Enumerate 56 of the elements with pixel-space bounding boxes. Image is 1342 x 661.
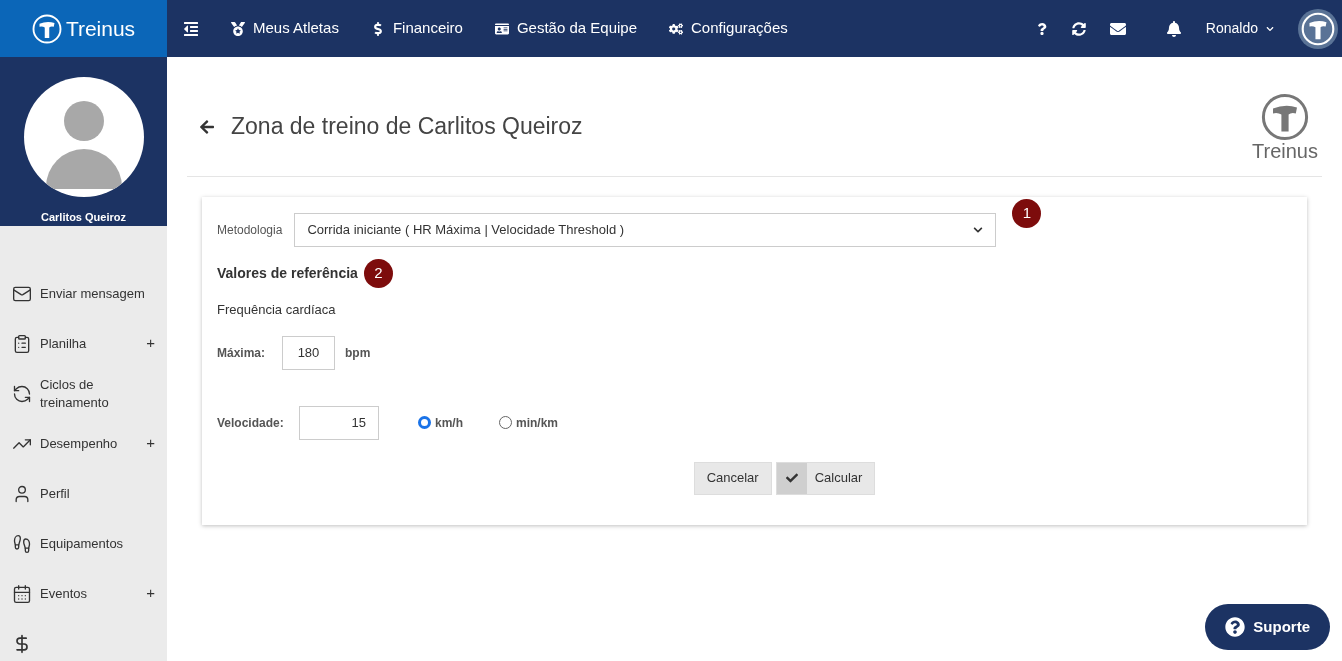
methodology-select[interactable]: Corrida iniciante ( HR Máxima | Velocidade Threshold ) (294, 213, 997, 247)
gears-icon (669, 21, 684, 36)
profile-name: Carlitos Queiroz (41, 210, 126, 225)
caret-icon (1266, 24, 1274, 33)
speed-field[interactable]: 15 (299, 405, 379, 440)
calculate-button[interactable]: Calcular (775, 461, 876, 495)
id-card-icon (494, 21, 509, 36)
brand-name: Treinus (1252, 140, 1318, 161)
expand-toggle[interactable]: + (146, 432, 155, 455)
collapse-menu-icon[interactable] (183, 20, 199, 37)
sidebar-item[interactable]: Equipamentos (0, 518, 167, 569)
brand-name: Treinus (65, 15, 136, 42)
nav-link[interactable]: Financeiro (370, 17, 463, 40)
check-icon (785, 472, 798, 484)
nav-link[interactable]: Configurações (669, 17, 788, 40)
unit-label: bpm (345, 344, 371, 362)
section-title: Valores de referência (217, 264, 358, 283)
step-badge: 1 (1012, 198, 1042, 228)
field-label: Máxima: (217, 344, 267, 362)
back-arrow-icon[interactable] (199, 118, 215, 135)
expand-toggle[interactable]: + (146, 582, 155, 605)
unit-radio[interactable]: min/km (499, 413, 559, 432)
mail-icon[interactable] (1109, 20, 1126, 37)
sidebar-item[interactable]: Eventos + (0, 568, 167, 619)
calendar-icon (12, 583, 32, 604)
user-menu[interactable]: Ronaldo (1205, 18, 1274, 39)
field-label: Velocidade: (217, 414, 285, 432)
cancel-button[interactable]: Cancelar (693, 461, 772, 495)
help-icon[interactable] (1035, 22, 1048, 35)
field-label: Metodologia (217, 222, 283, 239)
clipboard-icon (12, 333, 32, 354)
unit-radio[interactable]: km/h (418, 413, 463, 432)
brand-logo-icon (31, 13, 62, 44)
nav-link[interactable]: Gestão da Equipe (494, 17, 638, 40)
brand-logo-icon (1261, 92, 1309, 141)
sidebar-item[interactable]: Perfil (0, 468, 167, 519)
support-button[interactable]: Suporte (1205, 604, 1330, 650)
page-title: Zona de treino de Carlitos Queiroz (231, 112, 583, 142)
sidebar-item[interactable]: Ciclos de treinamento (0, 368, 167, 419)
caret-icon (973, 225, 984, 235)
max-heart-rate-field[interactable]: 180 (282, 335, 335, 370)
expand-toggle[interactable]: + (146, 332, 155, 355)
shoe-icon (12, 533, 32, 554)
sidebar-item[interactable]: Planilha + (0, 318, 167, 369)
sidebar-item[interactable]: Desempenho + (0, 418, 167, 469)
sidebar-item[interactable]: Enviar mensagem (0, 268, 167, 319)
bell-icon[interactable] (1165, 20, 1182, 37)
subsection-title: Frequência cardíaca (217, 301, 337, 319)
medal-icon (231, 21, 245, 36)
circular-arrows-icon (12, 383, 32, 404)
sync-icon[interactable] (1071, 21, 1086, 36)
step-badge: 2 (363, 259, 393, 288)
help-icon (1225, 617, 1246, 637)
user-avatar[interactable] (1298, 8, 1338, 49)
nav-link[interactable]: Meus Atletas (231, 17, 339, 40)
avatar-logo-icon (1301, 11, 1335, 46)
